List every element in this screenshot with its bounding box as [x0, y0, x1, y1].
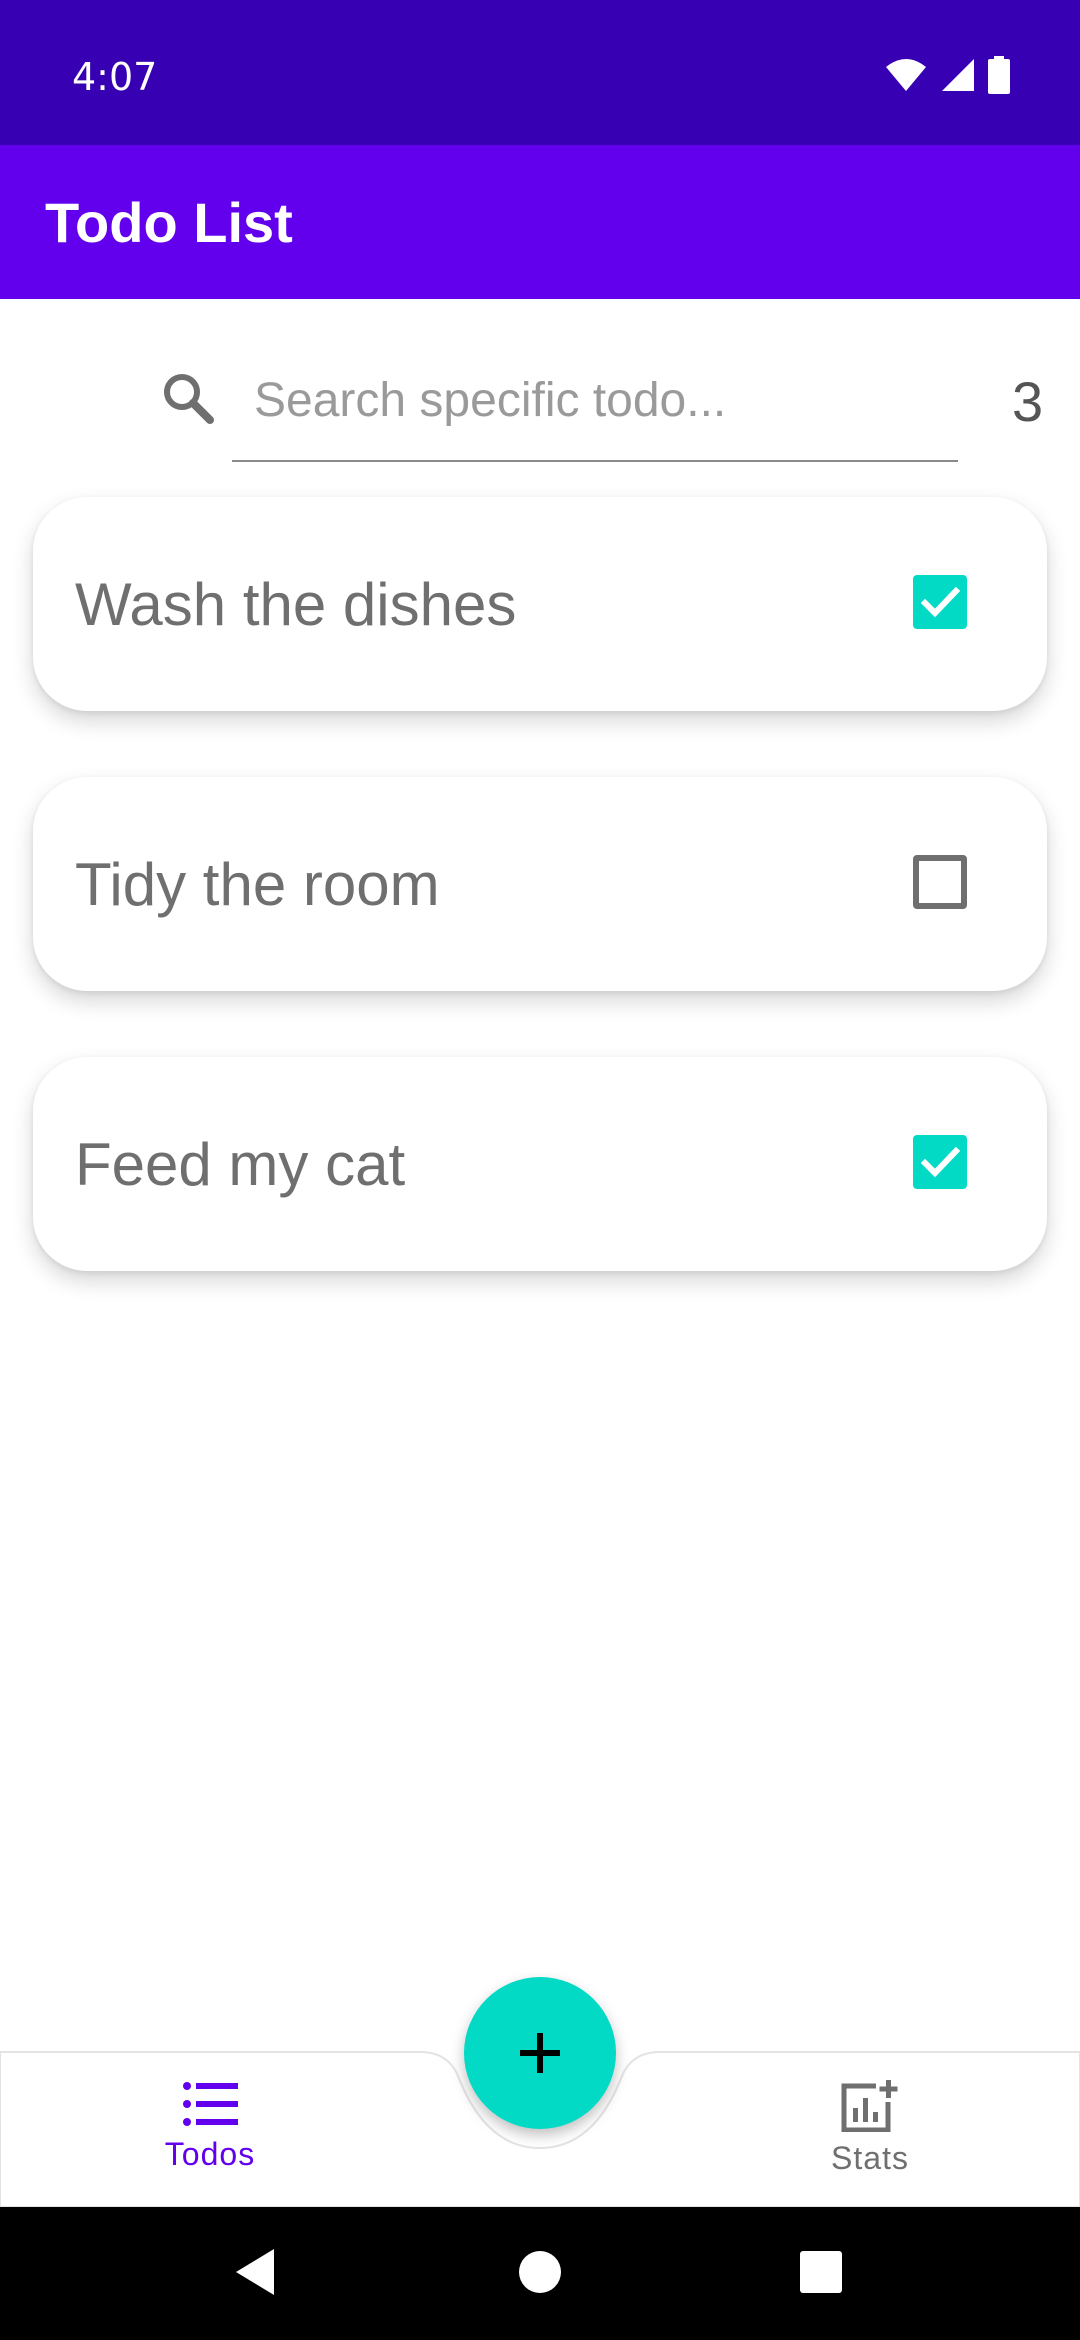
check-icon	[920, 1146, 961, 1178]
search-input[interactable]	[232, 360, 958, 462]
add-todo-button[interactable]	[464, 1977, 616, 2129]
status-bar: 4:07	[0, 0, 1080, 145]
stats-add-icon	[841, 2080, 898, 2132]
todo-text: Tidy the room	[75, 851, 440, 918]
home-icon[interactable]	[518, 2247, 562, 2297]
todo-card[interactable]: Feed my cat	[33, 1057, 1047, 1271]
app-bar: Todo List	[0, 145, 1080, 299]
plus-icon	[520, 2033, 560, 2073]
back-icon[interactable]	[234, 2247, 276, 2297]
todo-text: Feed my cat	[75, 1131, 406, 1198]
todo-checkbox[interactable]	[913, 575, 967, 629]
nav-label-stats: Stats	[831, 2140, 909, 2176]
page-title: Todo List	[45, 191, 293, 254]
recents-icon[interactable]	[800, 2247, 842, 2297]
status-time: 4:07	[72, 55, 158, 99]
wifi-icon	[886, 59, 926, 91]
status-icons	[884, 56, 1010, 94]
todo-card[interactable]: Tidy the room	[33, 777, 1047, 991]
battery-icon	[988, 56, 1010, 94]
nav-item-todos[interactable]: Todos	[110, 2080, 310, 2173]
todo-count: 3	[1012, 370, 1044, 433]
todo-card[interactable]: Wash the dishes	[33, 497, 1047, 711]
todo-text: Wash the dishes	[75, 571, 517, 638]
nav-label-todos: Todos	[164, 2136, 256, 2172]
search-icon	[164, 374, 214, 424]
todo-checkbox[interactable]	[913, 1135, 967, 1189]
todo-checkbox[interactable]	[913, 855, 967, 909]
check-icon	[920, 586, 961, 618]
signal-icon	[942, 59, 974, 91]
list-icon	[183, 2082, 238, 2126]
nav-item-stats[interactable]: Stats	[770, 2080, 970, 2177]
system-navigation-bar	[0, 2207, 1080, 2340]
